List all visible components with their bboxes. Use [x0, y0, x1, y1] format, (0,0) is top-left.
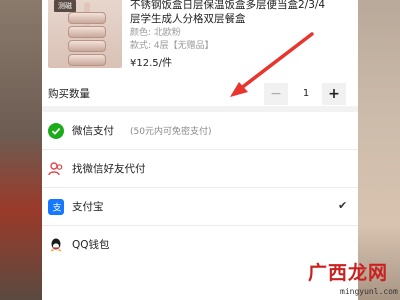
payment-option-wechat[interactable]: 微信支付 (50元内可免密支付) — [42, 112, 358, 150]
payment-label: 微信支付 — [72, 125, 114, 137]
product-title-line2: 层学生成人分格双层餐盒 — [130, 13, 246, 25]
background-left — [0, 0, 42, 300]
product-title: 不锈钢饭盒日层保温饭盒多层便当盒2/3/4 层学生成人分格双层餐盒 — [130, 0, 352, 26]
payment-option-friend-pay[interactable]: 找微信好友代付 — [42, 150, 358, 188]
friend-pay-icon — [48, 161, 64, 177]
wechat-pay-icon — [48, 123, 64, 139]
quantity-minus-button[interactable]: − — [264, 83, 288, 105]
purchase-sheet: 测磁 不锈钢饭盒日层保温饭盒多层便当盒2/3/4 层学生成人分格双层餐盒 颜色:… — [42, 0, 358, 300]
thumbnail-tier — [68, 40, 106, 52]
payment-label: QQ钱包 — [72, 239, 110, 251]
product-thumbnail: 测磁 — [48, 0, 122, 68]
quantity-label: 购买数量 — [48, 88, 90, 100]
product-title-line1: 不锈钢饭盒日层保温饭盒多层便当盒2/3/4 — [130, 0, 326, 11]
payment-label: 支付宝 — [72, 201, 104, 213]
qq-wallet-icon — [48, 237, 64, 253]
background-right — [358, 0, 400, 300]
payment-label: 找微信好友代付 — [72, 163, 146, 175]
payment-option-alipay[interactable]: 支 支付宝 ✔ — [42, 188, 358, 226]
thumbnail-tier — [68, 54, 106, 66]
thumbnail-tag: 测磁 — [54, 0, 76, 12]
watermark-logo: 广西龙网 — [308, 262, 389, 284]
quantity-plus-button[interactable]: + — [322, 83, 346, 105]
color-spec: 颜色: 北欧粉 — [130, 28, 181, 38]
thumbnail-tier — [68, 26, 106, 38]
svg-text:支: 支 — [53, 202, 62, 212]
quantity-value[interactable]: 1 — [292, 83, 320, 105]
selected-check-icon: ✔ — [338, 199, 348, 212]
payment-note: (50元内可免密支付) — [130, 127, 212, 137]
alipay-icon: 支 — [48, 199, 64, 215]
product-summary: 测磁 不锈钢饭盒日层保温饭盒多层便当盒2/3/4 层学生成人分格双层餐盒 颜色:… — [42, 0, 358, 76]
watermark-url: mingyunl.com — [340, 287, 398, 296]
thumbnail-tier — [68, 12, 106, 24]
quantity-row: 购买数量 − 1 + — [42, 76, 358, 112]
product-price: ¥12.5/件 — [130, 58, 172, 69]
style-spec: 款式: 4层【无赠品】 — [130, 41, 214, 51]
